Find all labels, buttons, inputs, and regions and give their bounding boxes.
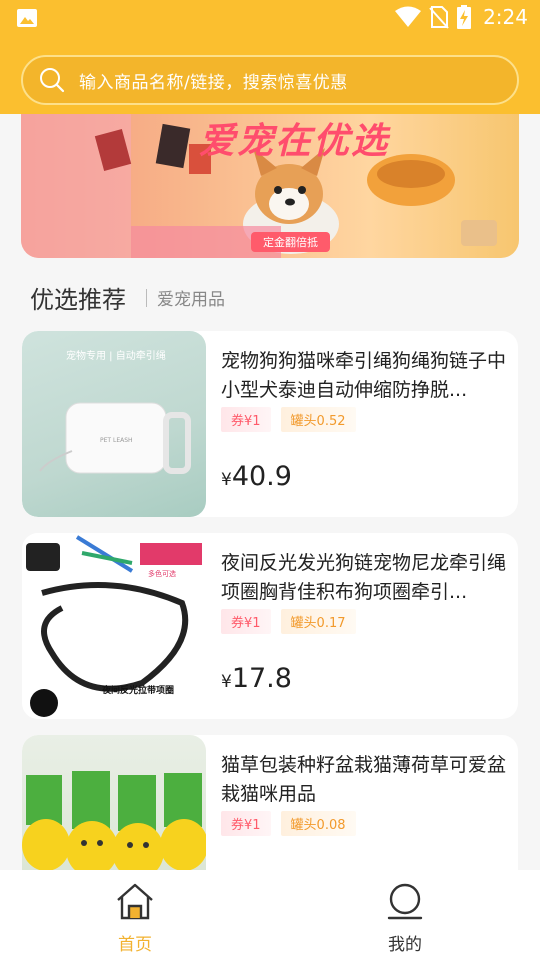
product-card[interactable]: 夜间反光拉带项圈 多色可选 夜间反光发光狗链宠物尼龙牵引绳项圈胸背佳积布狗项圈牵…	[22, 533, 518, 719]
wifi-icon	[395, 6, 422, 27]
product-price: ¥17.8	[221, 663, 292, 694]
coupon-badge: 券¥1	[221, 407, 271, 432]
thumb-caption: 宠物专用 | 自动牵引绳	[66, 351, 166, 362]
product-chips: 券¥1 罐头0.17	[221, 609, 356, 634]
status-time: 2:24	[483, 5, 528, 29]
banner-title: 爱宠在优选	[199, 120, 390, 162]
gallery-icon	[17, 9, 37, 27]
search-icon	[40, 68, 65, 93]
product-chips: 券¥1 罐头0.08	[221, 811, 356, 836]
battery-charging-icon	[457, 5, 472, 29]
status-bar: 2:24	[0, 0, 540, 36]
bottom-nav: 首页 我的	[0, 870, 540, 960]
thumb-caption: 夜间反光拉带项圈	[102, 686, 175, 696]
thumb-colors: 多色可选	[148, 570, 176, 578]
section-header: 优选推荐 爱宠用品	[30, 280, 225, 315]
product-card[interactable]: 宠物专用 | 自动牵引绳 PET LEASH 宠物狗狗猫咪牵引绳狗绳狗链子中小型…	[22, 331, 518, 517]
product-name[interactable]: 猫草包装种籽盆栽猫薄荷草可爱盆栽猫咪用品	[221, 751, 507, 809]
section-title: 优选推荐	[30, 286, 126, 314]
nav-home-label[interactable]: 首页	[95, 930, 175, 955]
can-badge: 罐头0.08	[280, 811, 356, 836]
section-divider	[146, 288, 147, 307]
price-value: 17.8	[231, 663, 292, 694]
home-icon	[117, 883, 153, 920]
nav-profile-label[interactable]: 我的	[365, 930, 445, 955]
product-price: ¥40.9	[221, 461, 292, 492]
currency-symbol: ¥	[221, 672, 232, 692]
can-badge: 罐头0.52	[280, 407, 356, 432]
top-header: 2:24 输入商品名称/链接，搜索惊喜优惠	[0, 0, 540, 114]
can-badge: 罐头0.17	[280, 609, 356, 634]
coupon-badge: 券¥1	[221, 811, 271, 836]
nav-profile[interactable]: 我的	[365, 882, 445, 955]
product-name[interactable]: 夜间反光发光狗链宠物尼龙牵引绳项圈胸背佳积布狗项圈牵引...	[221, 549, 507, 607]
nav-home[interactable]: 首页	[95, 882, 175, 955]
search-placeholder[interactable]: 输入商品名称/链接，搜索惊喜优惠	[79, 68, 348, 93]
price-value: 40.9	[231, 461, 292, 492]
banner-tag: 定金翻倍抵	[251, 232, 330, 252]
search-bar[interactable]: 输入商品名称/链接，搜索惊喜优惠	[21, 55, 519, 105]
product-name[interactable]: 宠物狗狗猫咪牵引绳狗绳狗链子中小型犬泰迪自动伸缩防挣脱...	[221, 347, 507, 405]
profile-icon	[387, 883, 423, 920]
currency-symbol: ¥	[221, 470, 232, 490]
thumb-brand: PET LEASH	[100, 437, 133, 444]
promo-banner[interactable]: 爱宠在优选 定金翻倍抵	[21, 104, 519, 258]
product-image: 宠物专用 | 自动牵引绳 PET LEASH	[22, 331, 206, 517]
no-sim-icon	[429, 6, 449, 29]
product-chips: 券¥1 罐头0.52	[221, 407, 356, 432]
section-subtitle: 爱宠用品	[157, 290, 225, 310]
product-image: 夜间反光拉带项圈 多色可选	[22, 533, 206, 719]
coupon-badge: 券¥1	[221, 609, 271, 634]
